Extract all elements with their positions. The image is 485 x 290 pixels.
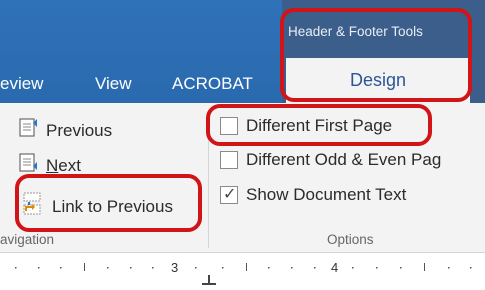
tab-stop-marker[interactable]	[202, 275, 216, 285]
horizontal-ruler[interactable]	[0, 253, 485, 290]
link-to-previous-label: Link to Previous	[52, 196, 173, 216]
different-first-page-label: Different First Page	[246, 116, 393, 135]
ruler-ticks	[15, 263, 472, 285]
ruler-number-4: 4	[331, 260, 339, 275]
link-to-previous-icon	[22, 191, 46, 222]
show-document-text-checkbox[interactable]: ✓	[220, 186, 238, 204]
different-first-page-checkbox[interactable]	[220, 117, 238, 135]
next-label: Next	[46, 156, 81, 176]
tab-acrobat[interactable]: ACROBAT	[172, 74, 253, 94]
next-section-icon	[18, 152, 40, 179]
next-label-accelerator: N	[46, 155, 59, 175]
tab-design[interactable]: Design	[286, 58, 470, 103]
navigation-group-label: avigation	[0, 232, 55, 247]
options-group-label: Options	[327, 232, 374, 247]
tab-view[interactable]: View	[95, 74, 132, 94]
next-label-rest: ext	[58, 155, 81, 175]
tab-review[interactable]: eview	[0, 74, 43, 94]
previous-button[interactable]: Previous	[18, 117, 112, 144]
checkmark-icon: ✓	[223, 186, 237, 203]
header-footer-tools-label: Header & Footer Tools	[288, 24, 423, 39]
different-odd-even-checkbox[interactable]	[220, 151, 238, 169]
show-document-text-label: Show Document Text	[246, 185, 407, 204]
previous-section-icon	[18, 117, 40, 144]
ruler-number-3: 3	[171, 260, 179, 275]
group-divider	[208, 112, 209, 248]
previous-label: Previous	[46, 120, 113, 140]
link-to-previous-button[interactable]: Link to Previous	[22, 191, 173, 222]
next-button[interactable]: Next	[18, 152, 81, 179]
different-odd-even-label: Different Odd & Even Pag	[246, 150, 442, 169]
